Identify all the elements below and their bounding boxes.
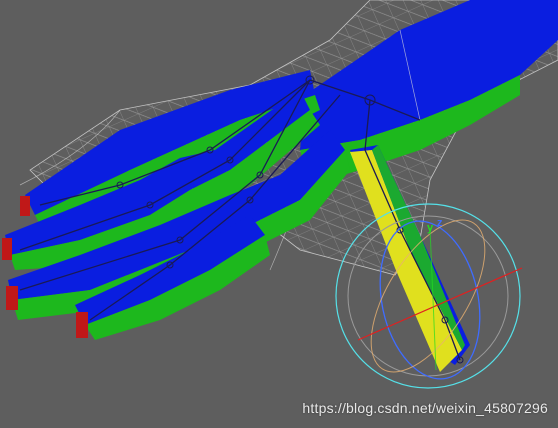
gizmo-z-label: z <box>437 217 443 229</box>
gizmo-y-label: y <box>427 222 434 234</box>
watermark-text: https://blog.csdn.net/weixin_45807296 <box>302 400 548 416</box>
hand-rig-scene[interactable] <box>0 0 558 428</box>
finger-tip-marker <box>2 238 12 260</box>
finger-tip-marker <box>6 286 18 310</box>
finger-tip-marker <box>76 312 88 338</box>
finger-tip-marker <box>20 196 30 216</box>
3d-viewport[interactable]: y z https://blog.csdn.net/weixin_4580729… <box>0 0 558 428</box>
